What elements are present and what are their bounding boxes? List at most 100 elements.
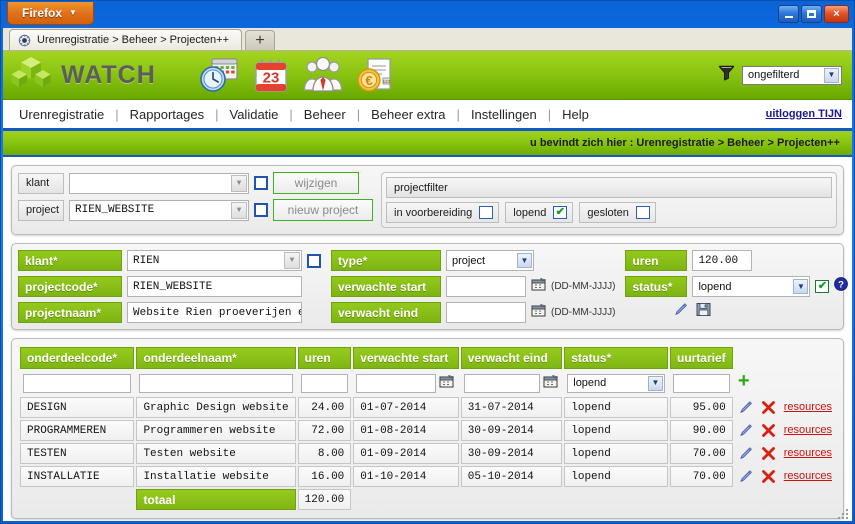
calendar-picker-icon[interactable] [543,374,558,392]
red-x-delete-icon[interactable] [761,469,776,484]
main-navigation: Urenregistratie | Rapportages | Validati… [3,100,852,131]
nav-item-instellingen[interactable]: Instellingen [469,107,539,122]
uren-input[interactable]: 120.00 [692,250,753,271]
minimize-button[interactable] [778,5,799,23]
cell-onderdeelnaam: Testen website [136,443,296,464]
filter-in-voorbereiding[interactable]: in voorbereiding [386,202,500,223]
new-uren-input[interactable] [300,373,349,393]
logout-link[interactable]: uitloggen TIJN [766,108,842,120]
total-value: 120.00 [297,489,352,510]
resize-grip[interactable] [838,507,849,519]
pencil-edit-icon[interactable] [738,400,753,415]
new-tab-button[interactable]: + [245,30,276,50]
calendar-picker-icon[interactable] [531,277,547,296]
new-verwachte-start-input[interactable] [356,373,437,393]
close-button[interactable]: × [824,5,849,23]
verwacht-eind-input[interactable] [446,302,526,323]
svg-text:€: € [365,73,372,88]
plus-add-icon[interactable]: + [738,371,750,394]
new-verwacht-eind-cell [461,371,562,395]
pencil-edit-icon[interactable] [738,446,753,461]
nav-item-rapportages[interactable]: Rapportages [128,107,206,122]
new-onderdeelcode-input[interactable] [23,373,132,393]
verwacht-eind-hint: (DD-MM-JJJJ) [551,307,616,318]
verwachte-start-input[interactable] [446,276,526,297]
funnel-filter-icon[interactable] [718,64,735,86]
maximize-button[interactable] [801,5,822,23]
team-people-icon[interactable] [302,54,344,96]
cell-onderdeelcode: DESIGN [20,397,135,418]
new-onderdeelnaam-input[interactable] [139,373,293,393]
column-status: status* [564,347,668,369]
column-actions-3 [781,347,835,369]
browser-tab[interactable]: Urenregistratie > Beheer > Projecten++ [9,29,243,50]
table-header-row: onderdeelcode* onderdeelnaam* uren verwa… [20,347,835,369]
new-uurtarief-input[interactable] [672,373,730,393]
red-x-delete-icon[interactable] [761,446,776,461]
nav-item-beheer-extra[interactable]: Beheer extra [369,107,447,122]
wijzigen-button[interactable]: wijzigen [273,172,359,194]
red-x-delete-icon[interactable] [761,423,776,438]
klant-filter-checkbox[interactable] [254,176,268,190]
nieuw-project-button[interactable]: nieuw project [273,199,373,221]
pencil-edit-icon[interactable] [673,302,688,322]
nav-separator: | [356,106,361,122]
new-uurtarief-cell [670,371,733,395]
klant-combo[interactable]: RIEN ▼ [127,250,302,271]
filter-gesloten[interactable]: gesloten [579,202,656,223]
table-new-row: lopend ▼ + [20,371,835,395]
red-x-delete-icon[interactable] [761,400,776,415]
cell-verwacht-eind: 31-07-2014 [460,397,563,418]
calendar-23-icon[interactable]: 23 [250,54,292,96]
projectcode-input[interactable]: RIEN_WEBSITE [127,276,302,297]
table-row: TESTEN Testen website 8.00 01-09-2014 30… [20,443,835,464]
klant-lock-checkbox[interactable] [307,253,321,268]
filter-lopend-label: lopend [513,206,547,219]
klant-filter-combo[interactable]: ▼ [69,172,249,194]
euro-invoice-icon[interactable]: 123 € [354,54,396,96]
calendar-picker-icon[interactable] [439,374,455,392]
nav-item-validatie[interactable]: Validatie [228,107,281,122]
new-verwacht-eind-input[interactable] [463,373,540,393]
page-viewport: WATCH 23 123 € ongefilterd ▼ Urenregistr… [3,51,852,521]
cell-verwachte-start: 01-09-2014 [353,443,459,464]
row-edit-cell [735,466,756,487]
column-verwachte-start: verwachte start [353,347,459,369]
firefox-menu-button[interactable]: Firefox ▼ [7,2,94,25]
question-help-icon[interactable]: ? [834,277,849,296]
projectnaam-input[interactable]: Website Rien proeverijen en a [127,302,302,323]
nav-item-help[interactable]: Help [560,107,591,122]
status-confirm-checkbox[interactable]: ✔ [815,280,830,293]
project-filter-checkbox[interactable] [254,203,268,217]
filter-gesloten-checkbox[interactable] [635,206,650,219]
filter-lopend-checkbox[interactable]: ✔ [553,206,568,219]
project-filter-value: RIEN_WEBSITE [75,204,155,216]
resources-link[interactable]: resources [784,470,832,482]
filter-panel: klant ▼ wijzigen project RIEN_WEBSITE ▼ … [11,165,844,235]
cell-status: lopend [564,420,668,441]
header-filter-select[interactable]: ongefilterd ▼ [742,65,842,85]
column-uren: uren [297,347,352,369]
calendar-picker-icon[interactable] [531,303,547,322]
check-icon: ✔ [817,280,828,292]
resources-link[interactable]: resources [784,447,832,459]
new-onderdeelcode-cell [20,371,134,395]
nav-item-beheer[interactable]: Beheer [302,107,348,122]
type-select[interactable]: project ▼ [446,250,534,271]
onderdelen-table: onderdeelcode* onderdeelnaam* uren verwa… [18,345,837,512]
filter-lopend[interactable]: lopend ✔ [505,202,574,223]
pencil-edit-icon[interactable] [738,423,753,438]
chevron-down-icon: ▼ [647,375,663,391]
column-onderdeelcode: onderdeelcode* [20,347,135,369]
nav-item-urenregistratie[interactable]: Urenregistratie [17,107,106,122]
project-filter-label: project [18,199,64,221]
status-select[interactable]: lopend ▼ [692,276,811,297]
pencil-edit-icon[interactable] [738,469,753,484]
new-status-select[interactable]: lopend ▼ [567,373,665,393]
clock-schedule-icon[interactable] [198,54,240,96]
resources-link[interactable]: resources [784,401,832,413]
filter-in-voorbereiding-checkbox[interactable] [479,206,494,219]
project-filter-combo[interactable]: RIEN_WEBSITE ▼ [69,199,249,221]
resources-link[interactable]: resources [784,424,832,436]
floppy-save-icon[interactable] [696,302,711,322]
